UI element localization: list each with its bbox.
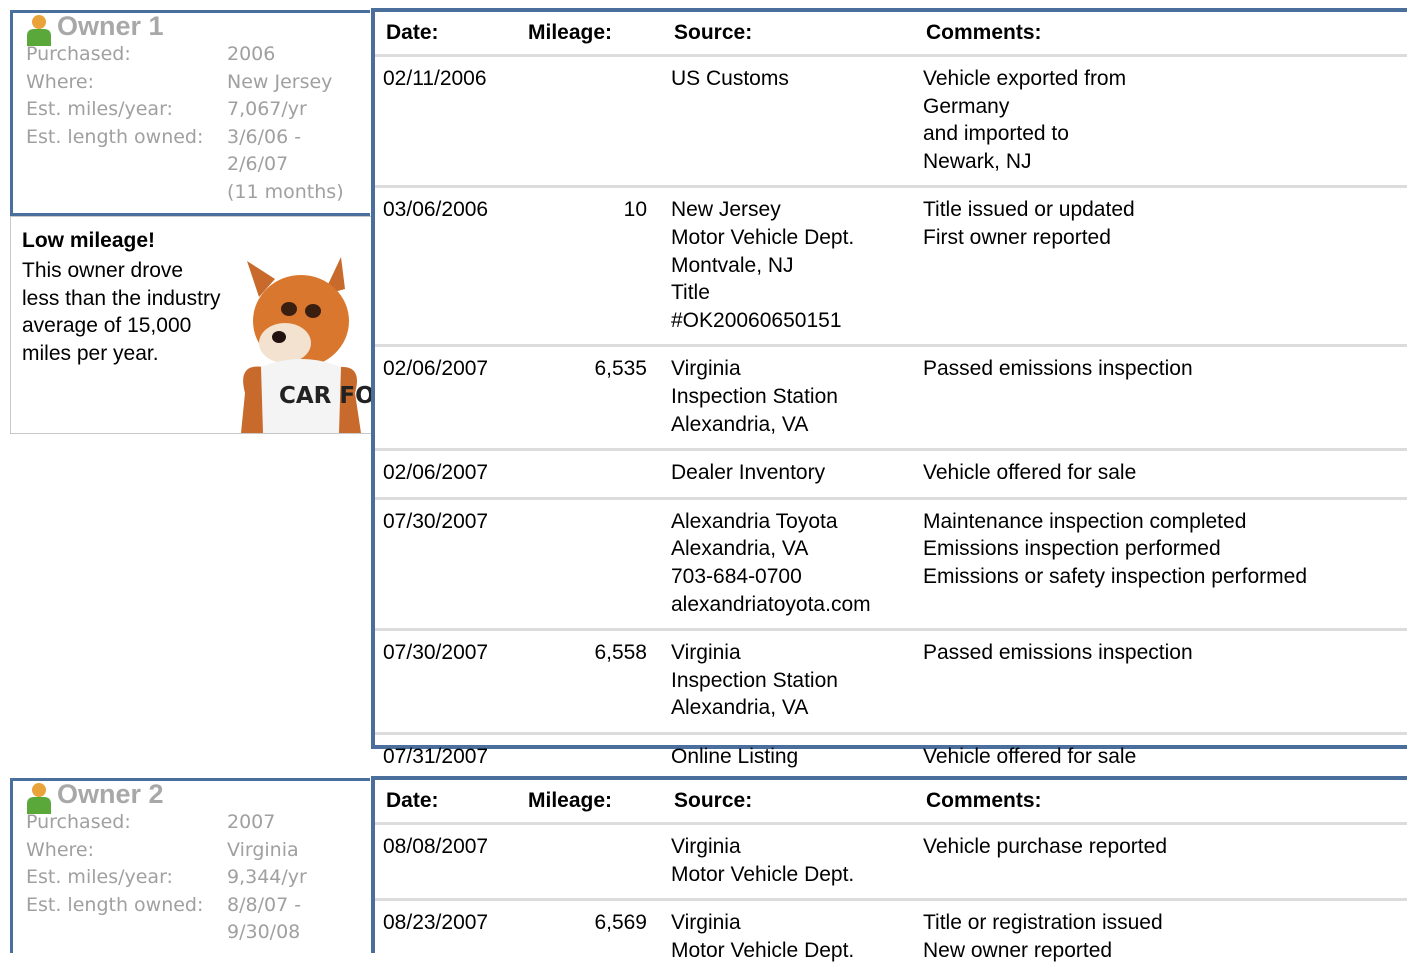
person-icon — [27, 15, 51, 46]
owner-1-summary: Owner 1 Purchased: 2006 Where: New Jerse… — [10, 10, 370, 216]
record-source: Alexandria Toyota Alexandria, VA 703-684… — [663, 496, 915, 630]
table-row: 03/06/2006 10 New Jersey Motor Vehicle D… — [375, 185, 1407, 346]
carfox-mascot-icon: CAR FOX — [241, 257, 371, 433]
table-row: 08/08/2007 Virginia Motor Vehicle Dept. … — [375, 821, 1407, 900]
record-date: 02/06/2007 — [375, 344, 520, 450]
info-value: 2007 — [227, 811, 276, 833]
info-label: Where: — [26, 70, 95, 93]
column-header-source: Source: — [674, 789, 753, 812]
low-mileage-callout: Low mileage! This owner drove less than … — [10, 216, 372, 434]
record-date: 02/06/2007 — [375, 448, 520, 499]
record-comments: Vehicle offered for sale — [915, 731, 1407, 781]
callout-title: Low mileage! — [22, 229, 156, 252]
info-row: Where: Virginia — [13, 837, 370, 865]
table-row: 07/30/2007 6,558 Virginia Inspection Sta… — [375, 628, 1407, 734]
column-header-mileage: Mileage: — [528, 789, 613, 812]
owner-title: Owner 1 — [57, 11, 164, 41]
owner-info: Purchased: 2006 Where: New Jersey Est. m… — [13, 41, 370, 207]
record-date: 02/11/2006 — [375, 53, 520, 187]
info-row: Purchased: 2006 — [13, 41, 370, 69]
record-comments: Vehicle purchase reported — [915, 821, 1407, 900]
owner-2-history-table: Date: Mileage: Source: Comments: 08/08/2… — [371, 776, 1407, 974]
table-row: 02/06/2007 Dealer Inventory Vehicle offe… — [375, 448, 1407, 499]
record-mileage: 6,569 — [520, 898, 663, 974]
record-comments: Passed emissions inspection — [915, 628, 1407, 734]
info-row: Est. miles/year: 7,067/yr — [13, 96, 370, 124]
record-mileage: 10 — [520, 185, 663, 346]
table-row: 02/06/2007 6,535 Virginia Inspection Sta… — [375, 344, 1407, 450]
record-source: US Customs — [663, 53, 915, 187]
record-comments: Title issued or updated First owner repo… — [915, 185, 1407, 346]
info-label: Est. length owned: — [26, 125, 204, 148]
owner-1-header: Owner 1 — [13, 11, 370, 46]
record-date: 07/31/2007 — [375, 731, 520, 781]
table-row: 08/23/2007 6,569 Virginia Motor Vehicle … — [375, 898, 1407, 974]
record-comments: Maintenance inspection completed Emissio… — [915, 496, 1407, 630]
table-row: 07/31/2007 Online Listing Vehicle offere… — [375, 731, 1407, 781]
record-comments: Vehicle exported from Germany and import… — [915, 53, 1407, 187]
record-mileage: 6,558 — [520, 628, 663, 734]
record-source: Virginia Motor Vehicle Dept. — [663, 821, 915, 900]
record-comments: Passed emissions inspection — [915, 344, 1407, 450]
callout-text: This owner drove less than the industry … — [22, 259, 221, 365]
info-value: 9,344/yr — [227, 866, 307, 889]
table-header-row: Date: Mileage: Source: Comments: — [375, 780, 1407, 824]
record-mileage — [520, 821, 663, 900]
info-value: 8/8/07 - 9/30/08 — [227, 893, 302, 944]
record-source: Dealer Inventory — [663, 448, 915, 499]
record-date: 07/30/2007 — [375, 628, 520, 734]
record-source: New Jersey Motor Vehicle Dept. Montvale,… — [663, 185, 915, 346]
record-mileage — [520, 496, 663, 630]
record-source: Virginia Inspection Station Alexandria, … — [663, 344, 915, 450]
table-row: 02/11/2006 US Customs Vehicle exported f… — [375, 53, 1407, 187]
info-value: New Jersey — [227, 70, 333, 93]
record-mileage: 6,535 — [520, 344, 663, 450]
info-value: 3/6/06 - 2/6/07 (11 months) — [227, 125, 344, 203]
record-mileage — [520, 53, 663, 187]
record-source: Virginia Motor Vehicle Dept. — [663, 898, 915, 974]
record-mileage — [520, 731, 663, 781]
info-value: 7,067/yr — [227, 98, 307, 121]
owner-info: Purchased: 2007 Where: Virginia Est. mil… — [13, 809, 370, 947]
record-source: Online Listing — [663, 731, 915, 781]
column-header-source: Source: — [674, 21, 753, 44]
record-comments: Title or registration issued New owner r… — [915, 898, 1407, 974]
info-row: Purchased: 2007 — [13, 809, 370, 837]
record-date: 08/08/2007 — [375, 821, 520, 900]
person-icon — [27, 783, 51, 814]
fox-shirt-text: CAR FOX — [279, 383, 371, 409]
info-value: Virginia — [227, 838, 299, 861]
info-label: Est. miles/year: — [26, 866, 173, 889]
record-comments: Vehicle offered for sale — [915, 448, 1407, 499]
table-row: 07/30/2007 Alexandria Toyota Alexandria,… — [375, 496, 1407, 630]
record-source: Virginia Inspection Station Alexandria, … — [663, 628, 915, 734]
owner-1-history-table: Date: Mileage: Source: Comments: 02/11/2… — [371, 8, 1407, 781]
owner-title: Owner 2 — [57, 779, 164, 809]
info-value: 2006 — [227, 43, 276, 65]
info-label: Est. miles/year: — [26, 98, 173, 121]
info-label: Where: — [26, 838, 95, 861]
record-date: 07/30/2007 — [375, 496, 520, 630]
record-date: 03/06/2006 — [375, 185, 520, 346]
record-date: 08/23/2007 — [375, 898, 520, 974]
info-row: Est. length owned: 8/8/07 - 9/30/08 — [13, 892, 370, 947]
column-header-comments: Comments: — [926, 21, 1042, 44]
column-header-date: Date: — [386, 789, 439, 812]
column-header-date: Date: — [386, 21, 439, 44]
table-header-row: Date: Mileage: Source: Comments: — [375, 12, 1407, 56]
record-mileage — [520, 448, 663, 499]
owner-2-summary: Owner 2 Purchased: 2007 Where: Virginia … — [10, 778, 370, 953]
info-row: Est. miles/year: 9,344/yr — [13, 864, 370, 892]
column-header-mileage: Mileage: — [528, 21, 613, 44]
info-row: Est. length owned: 3/6/06 - 2/6/07 (11 m… — [13, 124, 370, 207]
info-row: Where: New Jersey — [13, 69, 370, 97]
info-label: Est. length owned: — [26, 893, 204, 916]
column-header-comments: Comments: — [926, 789, 1042, 812]
owner-2-header: Owner 2 — [13, 779, 370, 814]
